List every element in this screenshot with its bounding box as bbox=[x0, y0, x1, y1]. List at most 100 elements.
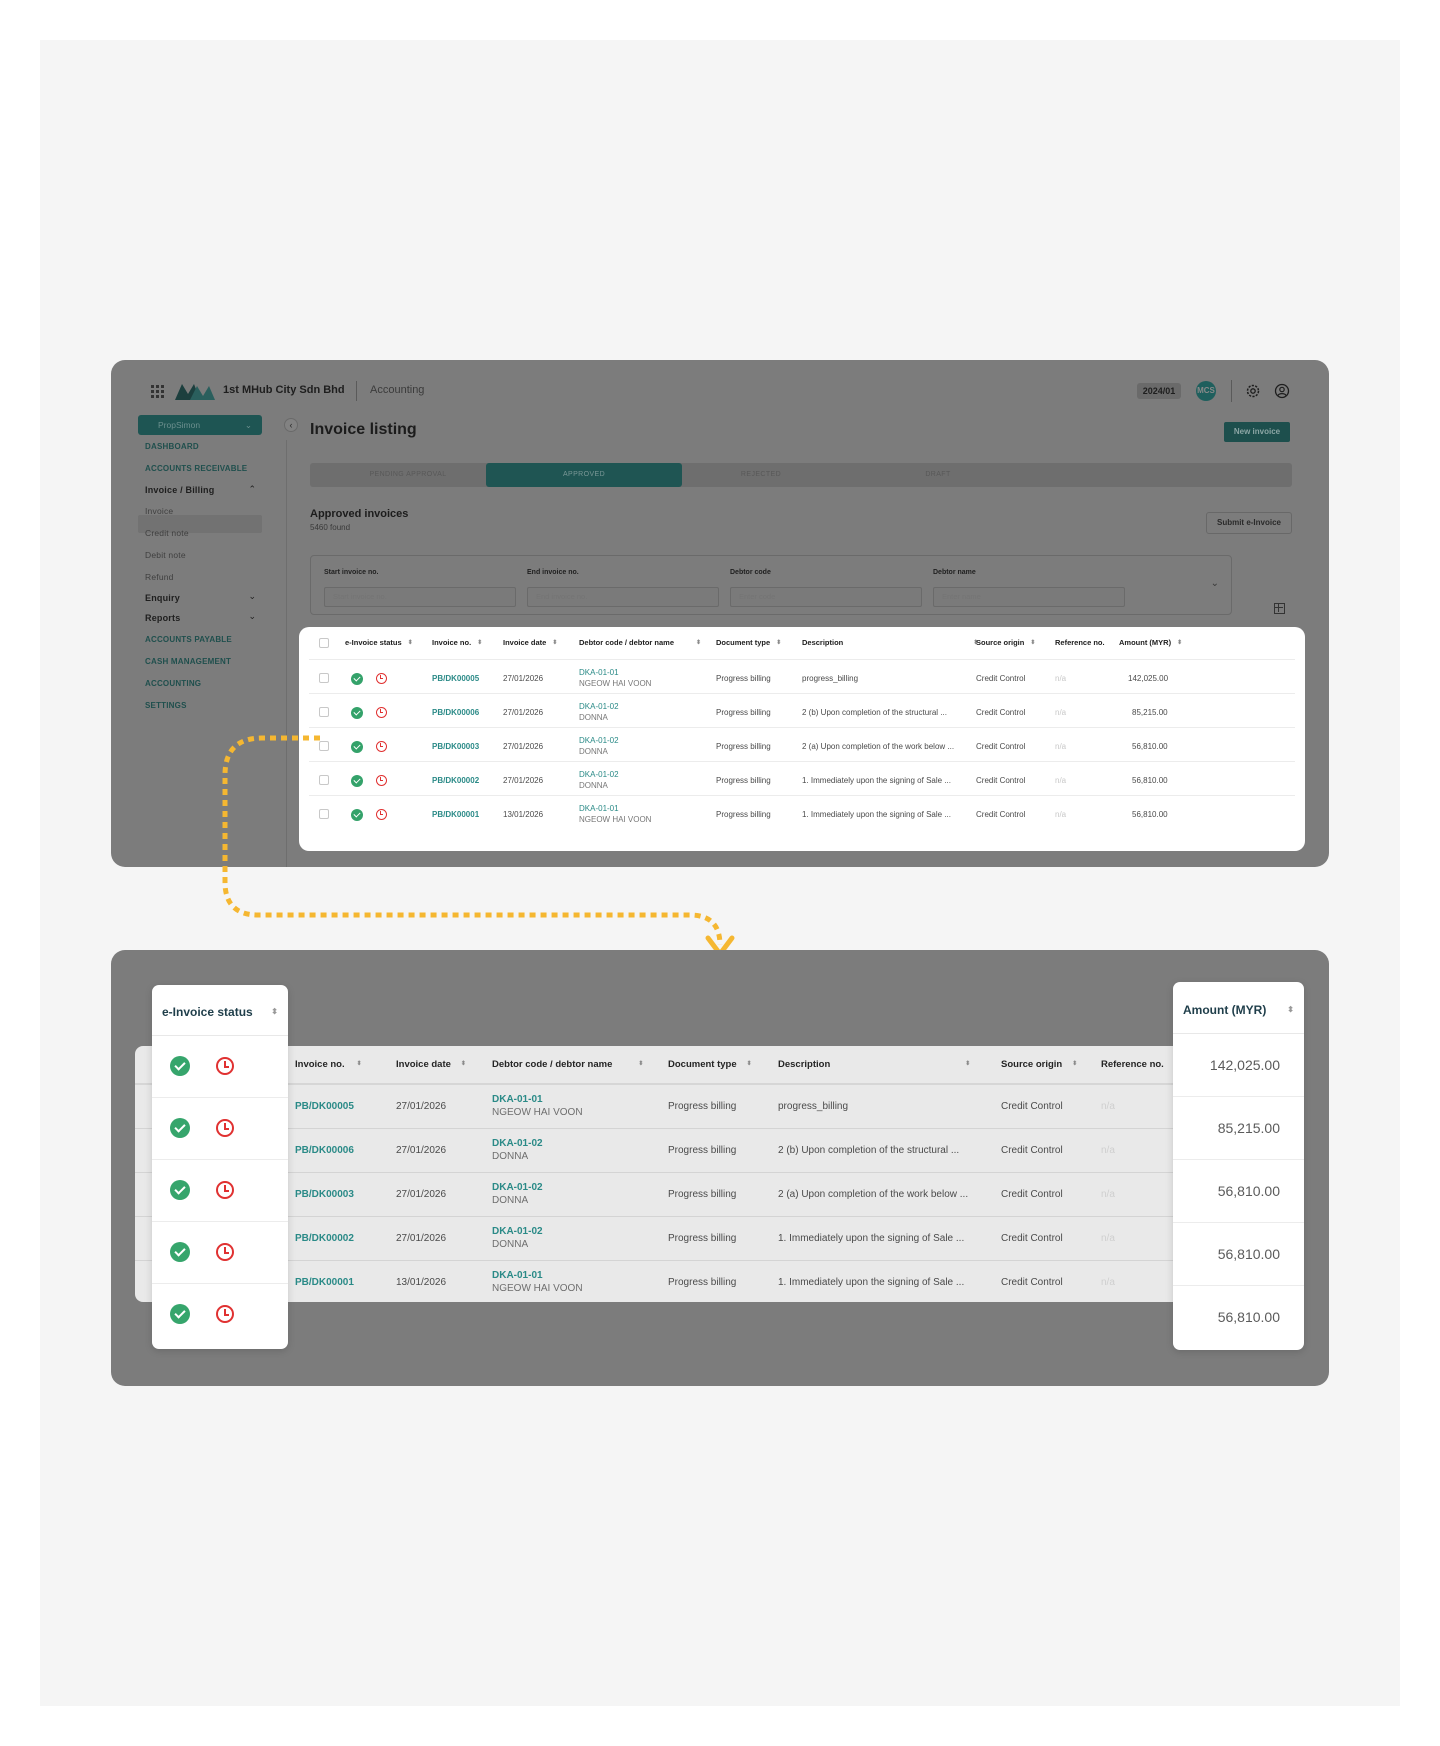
table-settings-icon[interactable] bbox=[1274, 603, 1285, 614]
sort-icon[interactable]: ⬍ bbox=[1287, 982, 1294, 1038]
invoice-number-link[interactable]: PB/DK00003 bbox=[295, 1173, 354, 1216]
chevron-down-icon[interactable]: ⌄ bbox=[248, 611, 256, 622]
column-header-description[interactable]: Description ⬍ bbox=[802, 627, 978, 659]
table-row[interactable]: PB/DK00005 27/01/2026 DKA-01-01 NGEOW HAI… bbox=[309, 659, 1295, 697]
debtor-code[interactable]: DKA-01-02 bbox=[492, 1225, 543, 1238]
sidebar-item-settings[interactable]: SETTINGS bbox=[145, 701, 187, 710]
row-checkbox[interactable] bbox=[319, 775, 329, 785]
sort-icon[interactable]: ⬍ bbox=[1030, 627, 1035, 659]
sidebar-item-cash-management[interactable]: CASH MANAGEMENT bbox=[145, 657, 231, 666]
table-row[interactable]: PB/DK00002 27/01/2026 DKA-01-02 DONNA Pro… bbox=[135, 1217, 1193, 1261]
apps-grid-icon[interactable] bbox=[151, 385, 164, 398]
user-circle-icon[interactable] bbox=[1274, 383, 1290, 399]
clock-icon[interactable] bbox=[216, 1057, 234, 1075]
sidebar-item-accounts-receivable[interactable]: ACCOUNTS RECEIVABLE bbox=[145, 464, 247, 473]
sort-icon[interactable]: ⬍ bbox=[1072, 1046, 1077, 1083]
period-badge[interactable]: 2024/01 bbox=[1137, 383, 1181, 399]
sidebar-item-refund[interactable]: Refund bbox=[145, 572, 174, 582]
sidebar-item-accounting[interactable]: ACCOUNTING bbox=[145, 679, 201, 688]
tab-rejected[interactable]: REJECTED bbox=[663, 463, 859, 487]
table-row[interactable]: PB/DK00001 13/01/2026 DKA-01-01 NGEOW HAI… bbox=[135, 1261, 1193, 1305]
column-header-debtor[interactable]: Debtor code / debtor name ⬍ bbox=[492, 1046, 643, 1083]
sort-icon[interactable]: ⬍ bbox=[477, 627, 482, 659]
column-header-invoice-no[interactable]: Invoice no. ⬍ bbox=[432, 627, 482, 659]
row-checkbox[interactable] bbox=[319, 741, 329, 751]
tab-pending-approval[interactable]: PENDING APPROVAL bbox=[310, 463, 506, 487]
start-invoice-input[interactable]: Start invoice no. bbox=[324, 587, 516, 607]
chevron-down-icon[interactable]: ⌄ bbox=[1211, 578, 1219, 589]
sidebar-item-enquiry[interactable]: Enquiry bbox=[145, 593, 180, 603]
end-invoice-input[interactable]: End invoice no. bbox=[527, 587, 719, 607]
table-row[interactable]: PB/DK00006 27/01/2026 DKA-01-02 DONNA Pro… bbox=[135, 1129, 1193, 1173]
sidebar-item-credit-note[interactable]: Credit note bbox=[145, 528, 189, 538]
invoice-number-link[interactable]: PB/DK00001 bbox=[432, 796, 479, 834]
sort-icon[interactable]: ⬍ bbox=[357, 1046, 362, 1083]
column-header-reference-no[interactable]: Reference no. bbox=[1101, 1046, 1164, 1083]
sort-icon[interactable]: ⬍ bbox=[696, 627, 701, 659]
column-header-reference-no[interactable]: Reference no. bbox=[1055, 627, 1105, 659]
debtor-code[interactable]: DKA-01-02 bbox=[579, 701, 619, 712]
table-row[interactable]: PB/DK00001 13/01/2026 DKA-01-01 NGEOW HAI… bbox=[309, 795, 1295, 833]
clock-icon[interactable] bbox=[376, 707, 387, 718]
debtor-code[interactable]: DKA-01-01 bbox=[492, 1269, 583, 1282]
row-checkbox[interactable] bbox=[319, 707, 329, 717]
avatar[interactable]: MCS bbox=[1196, 381, 1216, 401]
gear-icon[interactable] bbox=[1245, 383, 1261, 399]
clock-icon[interactable] bbox=[376, 809, 387, 820]
table-row[interactable]: PB/DK00002 27/01/2026 DKA-01-02 DONNA Pro… bbox=[309, 761, 1295, 799]
column-header-einvoice-status[interactable]: e-Invoice status ⬍ bbox=[345, 627, 413, 659]
sidebar-item-invoice-billing[interactable]: Invoice / Billing bbox=[145, 485, 214, 495]
tab-draft[interactable]: DRAFT bbox=[840, 463, 1036, 487]
invoice-number-link[interactable]: PB/DK00006 bbox=[295, 1129, 354, 1172]
table-row[interactable]: PB/DK00003 27/01/2026 DKA-01-02 DONNA Pro… bbox=[135, 1173, 1193, 1217]
tab-approved[interactable]: APPROVED bbox=[486, 463, 682, 487]
invoice-number-link[interactable]: PB/DK00005 bbox=[295, 1085, 354, 1128]
sort-icon[interactable]: ⬍ bbox=[776, 627, 781, 659]
column-header-amount[interactable]: Amount (MYR) ⬍ bbox=[1119, 627, 1182, 659]
table-row[interactable]: PB/DK00003 27/01/2026 DKA-01-02 DONNA Pro… bbox=[309, 727, 1295, 765]
column-header-einvoice-status[interactable]: e-Invoice status ⬍ bbox=[152, 985, 288, 1036]
column-header-invoice-date[interactable]: Invoice date ⬍ bbox=[396, 1046, 466, 1083]
chevron-up-icon[interactable]: ⌃ bbox=[248, 484, 256, 495]
column-header-invoice-date[interactable]: Invoice date ⬍ bbox=[503, 627, 557, 659]
debtor-code[interactable]: DKA-01-02 bbox=[579, 735, 619, 746]
sidebar-item-accounts-payable[interactable]: ACCOUNTS PAYABLE bbox=[145, 635, 232, 644]
debtor-code[interactable]: DKA-01-01 bbox=[492, 1093, 583, 1106]
sort-icon[interactable]: ⬍ bbox=[1177, 627, 1182, 659]
column-header-invoice-no[interactable]: Invoice no. ⬍ bbox=[295, 1046, 362, 1083]
debtor-name-input[interactable]: Enter name bbox=[933, 587, 1125, 607]
sort-icon[interactable]: ⬍ bbox=[747, 1046, 752, 1083]
sort-icon[interactable]: ⬍ bbox=[461, 1046, 466, 1083]
debtor-code[interactable]: DKA-01-02 bbox=[579, 769, 619, 780]
row-checkbox[interactable] bbox=[319, 673, 329, 683]
column-header-document-type[interactable]: Document type ⬍ bbox=[668, 1046, 752, 1083]
clock-icon[interactable] bbox=[216, 1305, 234, 1323]
column-header-amount[interactable]: Amount (MYR) ⬍ bbox=[1173, 982, 1304, 1034]
sort-icon[interactable]: ⬍ bbox=[965, 1046, 970, 1083]
module-name[interactable]: Accounting bbox=[370, 384, 424, 396]
column-header-source-origin[interactable]: Source origin ⬍ bbox=[976, 627, 1035, 659]
sidebar-collapse-button[interactable]: ‹ bbox=[284, 418, 298, 432]
clock-icon[interactable] bbox=[376, 673, 387, 684]
table-row[interactable]: PB/DK00006 27/01/2026 DKA-01-02 DONNA Pro… bbox=[309, 693, 1295, 731]
clock-icon[interactable] bbox=[216, 1181, 234, 1199]
table-row[interactable]: PB/DK00005 27/01/2026 DKA-01-01 NGEOW HAI… bbox=[135, 1085, 1193, 1129]
invoice-number-link[interactable]: PB/DK00001 bbox=[295, 1261, 354, 1304]
debtor-code[interactable]: DKA-01-02 bbox=[492, 1181, 543, 1194]
clock-icon[interactable] bbox=[216, 1243, 234, 1261]
debtor-code[interactable]: DKA-01-01 bbox=[579, 667, 651, 678]
submit-einvoice-button[interactable]: Submit e-Invoice bbox=[1206, 512, 1292, 534]
sidebar-item-reports[interactable]: Reports bbox=[145, 613, 180, 623]
clock-icon[interactable] bbox=[376, 775, 387, 786]
invoice-number-link[interactable]: PB/DK00002 bbox=[295, 1217, 354, 1260]
clock-icon[interactable] bbox=[216, 1119, 234, 1137]
sidebar-item-invoice[interactable]: Invoice bbox=[145, 506, 173, 516]
debtor-code-input[interactable]: Enter code bbox=[730, 587, 922, 607]
select-all-checkbox[interactable] bbox=[319, 638, 329, 648]
debtor-code[interactable]: DKA-01-02 bbox=[492, 1137, 543, 1150]
clock-icon[interactable] bbox=[376, 741, 387, 752]
sidebar-item-dashboard[interactable]: DASHBOARD bbox=[145, 442, 199, 451]
sort-icon[interactable]: ⬍ bbox=[271, 985, 278, 1039]
column-header-description[interactable]: Description ⬍ bbox=[778, 1046, 970, 1083]
column-header-document-type[interactable]: Document type ⬍ bbox=[716, 627, 781, 659]
